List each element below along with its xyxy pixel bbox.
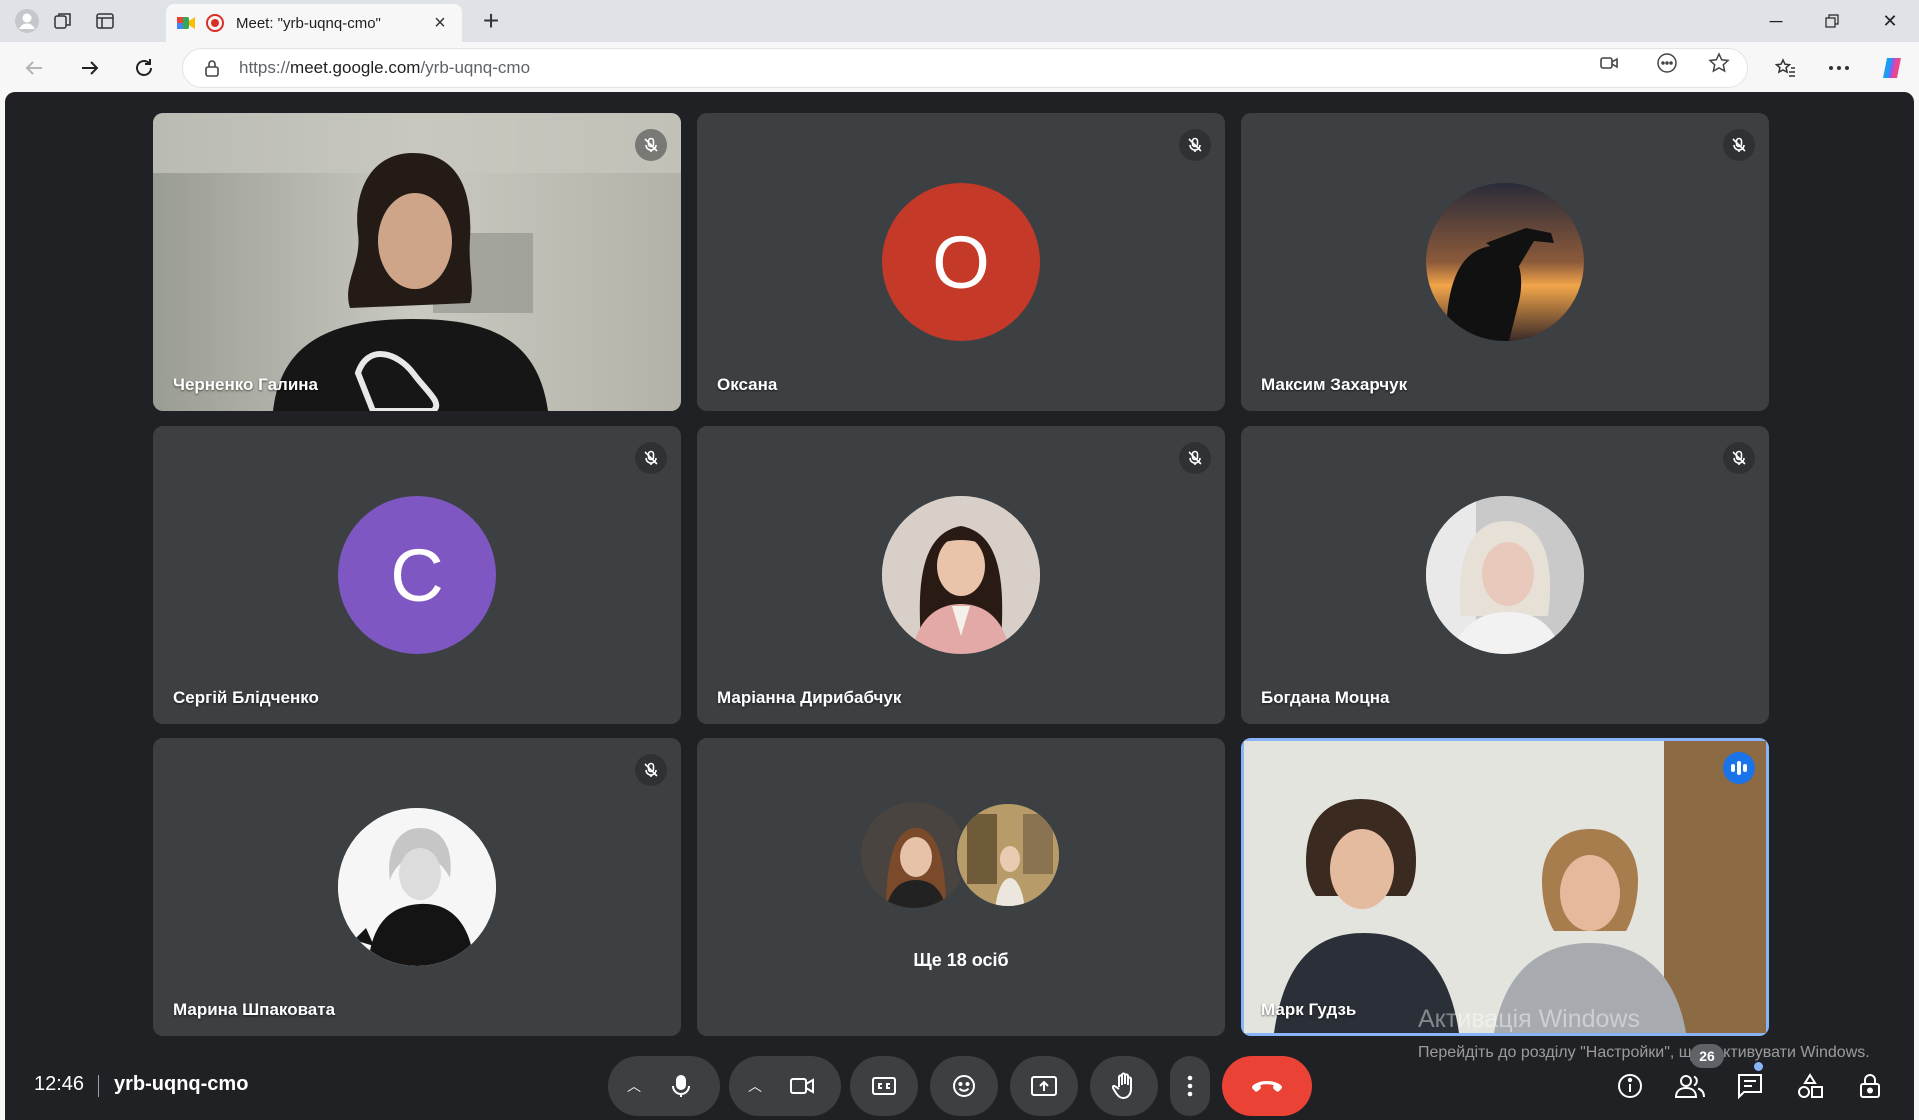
participant-tile[interactable]: Маріанна Дирибабчук xyxy=(697,426,1225,724)
participant-tile[interactable]: Богдана Моцна xyxy=(1241,426,1769,724)
participant-video-feed xyxy=(153,113,681,411)
meeting-time: 12:46 xyxy=(34,1073,85,1095)
captions-button[interactable] xyxy=(850,1056,918,1116)
others-avatar xyxy=(955,802,1061,908)
tab-actions-icon[interactable] xyxy=(90,6,120,36)
lock-icon[interactable] xyxy=(201,57,223,79)
tab-close-icon[interactable]: × xyxy=(428,12,452,35)
participant-video-feed xyxy=(1244,741,1766,1033)
browser-toolbar: https://meet.google.com/yrb-uqnq-cmo xyxy=(0,42,1919,92)
emoji-icon xyxy=(953,1075,975,1097)
participant-name: Марк Гудзь xyxy=(1261,1000,1357,1019)
more-options-button[interactable] xyxy=(1170,1056,1210,1116)
present-screen-icon xyxy=(1031,1076,1057,1096)
reactions-button[interactable] xyxy=(930,1056,998,1116)
info-icon xyxy=(1618,1074,1642,1098)
meeting-details-button[interactable] xyxy=(1610,1066,1650,1106)
participant-name: Сергій Блідченко xyxy=(173,688,319,707)
participant-tile[interactable]: О Оксана xyxy=(697,113,1225,411)
others-avatar xyxy=(861,802,967,908)
more-options-icon[interactable] xyxy=(1823,52,1855,84)
recording-icon xyxy=(206,14,224,32)
tab-meet[interactable]: Meet: "yrb-uqnq-cmo" × xyxy=(166,4,462,42)
workspaces-icon[interactable] xyxy=(48,6,78,36)
hand-icon xyxy=(1112,1072,1132,1100)
participant-tile[interactable]: С Сергій Блідченко xyxy=(153,426,681,724)
url-text: https://meet.google.com/yrb-uqnq-cmo xyxy=(239,58,531,77)
participant-name: Маріанна Дирибабчук xyxy=(717,688,902,707)
participant-avatar: О xyxy=(882,183,1040,341)
restore-button[interactable] xyxy=(1805,0,1859,42)
forward-button[interactable] xyxy=(74,52,106,84)
more-vert-icon xyxy=(1187,1075,1193,1097)
activities-shapes-icon xyxy=(1798,1073,1823,1098)
participant-count-badge: 26 xyxy=(1690,1044,1724,1068)
audio-options-chevron-icon[interactable]: ︿ xyxy=(617,1076,651,1096)
participant-tile[interactable]: Марина Шпаковата xyxy=(153,738,681,1036)
chat-button[interactable] xyxy=(1730,1066,1770,1106)
mic-off-icon xyxy=(635,442,667,474)
minimize-button[interactable]: ─ xyxy=(1749,0,1803,42)
google-meet-favicon-icon xyxy=(177,17,195,29)
video-options-chevron-icon[interactable]: ︿ xyxy=(738,1076,772,1096)
mic-off-icon xyxy=(1723,129,1755,161)
mic-off-icon xyxy=(635,129,667,161)
tab-title: Meet: "yrb-uqnq-cmo" xyxy=(236,14,381,32)
windows-activation-title: Активація Windows xyxy=(1418,1005,1640,1033)
others-count-label: Ще 18 осіб xyxy=(913,950,1009,970)
end-call-icon xyxy=(1252,1081,1282,1092)
raise-hand-button[interactable] xyxy=(1090,1056,1158,1116)
participant-name: Марина Шпаковата xyxy=(173,1000,336,1019)
profile-icon[interactable] xyxy=(12,6,42,36)
participant-avatar xyxy=(338,808,496,966)
participant-avatar xyxy=(1426,496,1584,654)
chat-icon xyxy=(1738,1074,1762,1100)
chat-notification-dot xyxy=(1754,1062,1763,1071)
participant-name: Богдана Моцна xyxy=(1261,688,1390,707)
participant-tile[interactable]: Максим Захарчук xyxy=(1241,113,1769,411)
participant-tile-video[interactable]: Марк Гудзь xyxy=(1241,738,1769,1036)
speaking-indicator-icon xyxy=(1723,752,1755,784)
participant-name: Оксана xyxy=(717,375,778,394)
host-controls-button[interactable] xyxy=(1850,1066,1890,1106)
mic-off-icon xyxy=(1179,129,1211,161)
favorite-star-icon[interactable] xyxy=(1706,50,1732,76)
participant-tile-video[interactable]: Черненко Галина xyxy=(153,113,681,411)
avatar-initial: О xyxy=(932,220,990,304)
participant-name: Максим Захарчук xyxy=(1261,375,1408,394)
participant-avatar xyxy=(1426,183,1584,341)
close-window-button[interactable]: ✕ xyxy=(1863,0,1917,42)
camera-control[interactable]: ︿ xyxy=(729,1056,841,1116)
new-tab-button[interactable]: + xyxy=(476,5,506,36)
meeting-code: yrb-uqnq-cmo xyxy=(114,1073,249,1095)
browser-tab-bar: Meet: "yrb-uqnq-cmo" × + ─ ✕ xyxy=(0,0,1919,42)
mic-off-icon xyxy=(635,754,667,786)
divider xyxy=(98,1075,99,1097)
address-bar[interactable]: https://meet.google.com/yrb-uqnq-cmo xyxy=(182,48,1748,88)
favorites-icon[interactable] xyxy=(1770,52,1802,84)
closed-captions-icon xyxy=(872,1077,896,1095)
participant-name: Черненко Галина xyxy=(173,375,319,394)
windows-activation-text: Перейдіть до розділу "Настройки", щоб ак… xyxy=(1418,1044,1870,1061)
camera-button[interactable] xyxy=(772,1056,832,1116)
refresh-button[interactable] xyxy=(128,52,160,84)
mic-off-icon xyxy=(1723,442,1755,474)
people-icon xyxy=(1674,1075,1705,1098)
browser-extension-icon[interactable] xyxy=(1654,50,1680,76)
avatar-initial: С xyxy=(390,533,444,617)
others-tile[interactable]: Ще 18 осіб xyxy=(697,738,1225,1036)
people-button[interactable] xyxy=(1670,1066,1710,1106)
activities-button[interactable] xyxy=(1790,1066,1830,1106)
mic-off-icon xyxy=(1179,442,1211,474)
copilot-icon[interactable] xyxy=(1876,52,1908,84)
present-screen-button[interactable] xyxy=(1010,1056,1078,1116)
back-button[interactable] xyxy=(18,52,50,84)
camera-in-use-icon[interactable] xyxy=(1596,50,1622,76)
microphone-button[interactable] xyxy=(651,1056,711,1116)
participant-avatar xyxy=(882,496,1040,654)
participant-avatar: С xyxy=(338,496,496,654)
microphone-control[interactable]: ︿ xyxy=(608,1056,720,1116)
leave-call-button[interactable] xyxy=(1222,1056,1312,1116)
host-lock-icon xyxy=(1860,1074,1880,1098)
